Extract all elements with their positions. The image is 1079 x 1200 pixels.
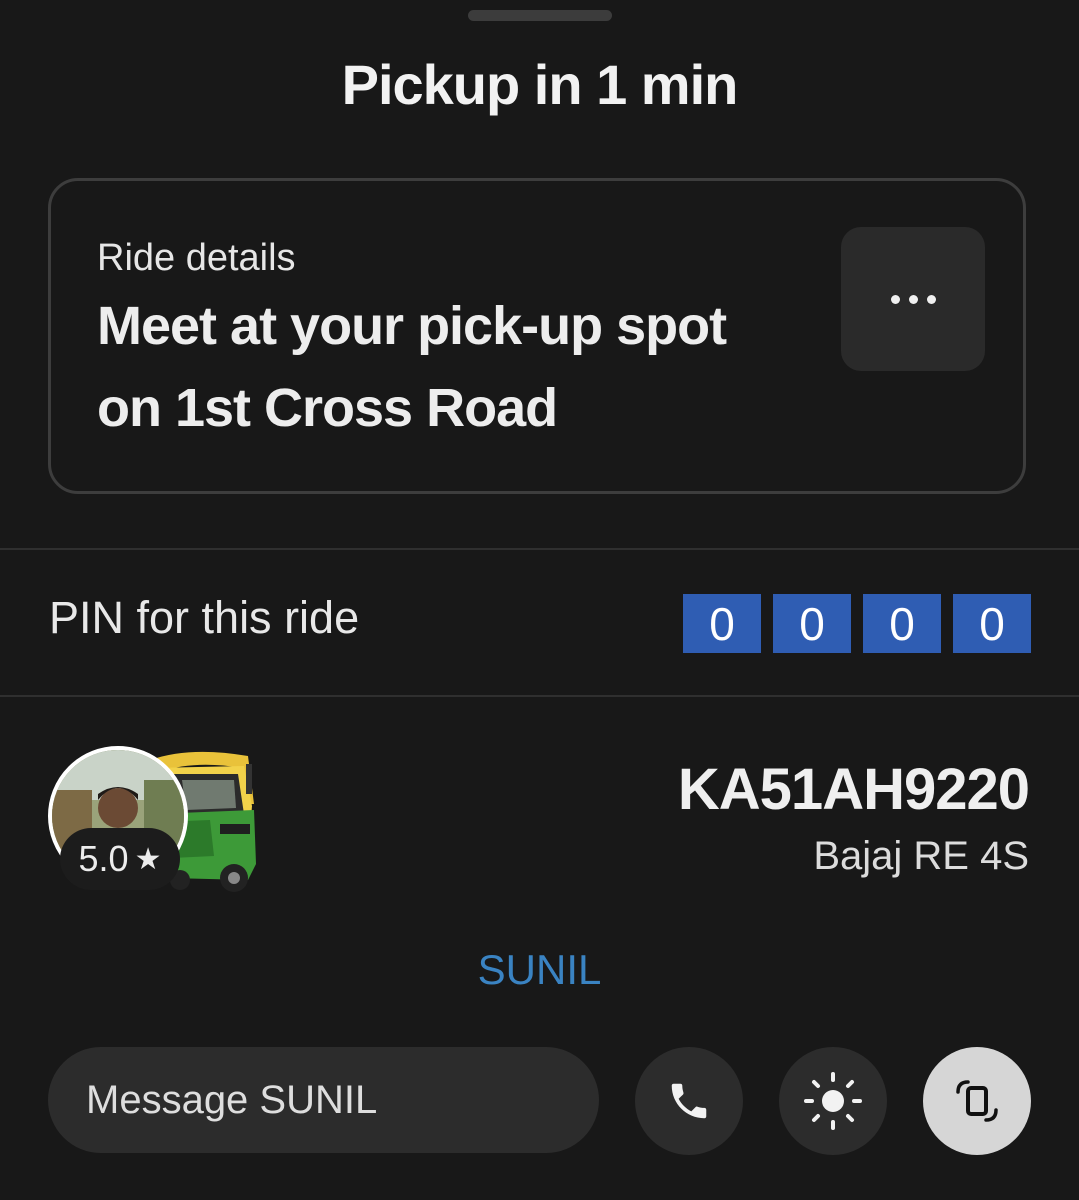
star-icon: ★ [134,842,162,876]
rating-value: 5.0 [78,838,129,879]
pin-digit: 0 [953,594,1031,653]
more-horizontal-icon [890,294,936,304]
brightness-button[interactable] [779,1047,887,1155]
driver-name[interactable]: SUNIL [0,946,1079,994]
pickup-instructions: Meet at your pick-up spot on 1st Cross R… [97,285,837,449]
ride-details-label: Ride details [97,237,296,279]
pin-digit: 0 [773,594,851,653]
phone-icon [671,1083,707,1119]
driver-vehicle-group[interactable]: 5.0 ★ [48,740,268,900]
ride-details-card[interactable]: Ride details Meet at your pick-up spot o… [48,178,1026,494]
pin-digit: 0 [863,594,941,653]
pickup-instructions-line2: on 1st Cross Road [97,378,558,438]
divider [0,695,1079,697]
vehicle-model: Bajaj RE 4S [813,834,1029,878]
brightness-icon [804,1072,862,1130]
driver-rating-badge: 5.0 ★ [60,828,180,890]
screen-rotate-button[interactable] [923,1047,1031,1155]
more-options-button[interactable] [841,227,985,371]
sheet-handle[interactable] [468,10,612,21]
pin-digit: 0 [683,594,761,653]
screen-rotate-icon [956,1080,998,1122]
pickup-title: Pickup in 1 min [341,53,739,116]
ride-sheet: Pickup in 1 min Ride details Meet at you… [0,0,1079,1200]
message-driver-input[interactable]: Message SUNIL [48,1047,599,1153]
message-placeholder: Message SUNIL [86,1077,378,1122]
divider [0,548,1079,550]
pin-label: PIN for this ride [49,592,360,643]
call-button[interactable] [635,1047,743,1155]
pickup-instructions-line1: Meet at your pick-up spot [97,296,727,356]
license-plate: KA51AH9220 [677,757,1030,822]
pin-digits: 0 0 0 0 [683,594,1031,653]
